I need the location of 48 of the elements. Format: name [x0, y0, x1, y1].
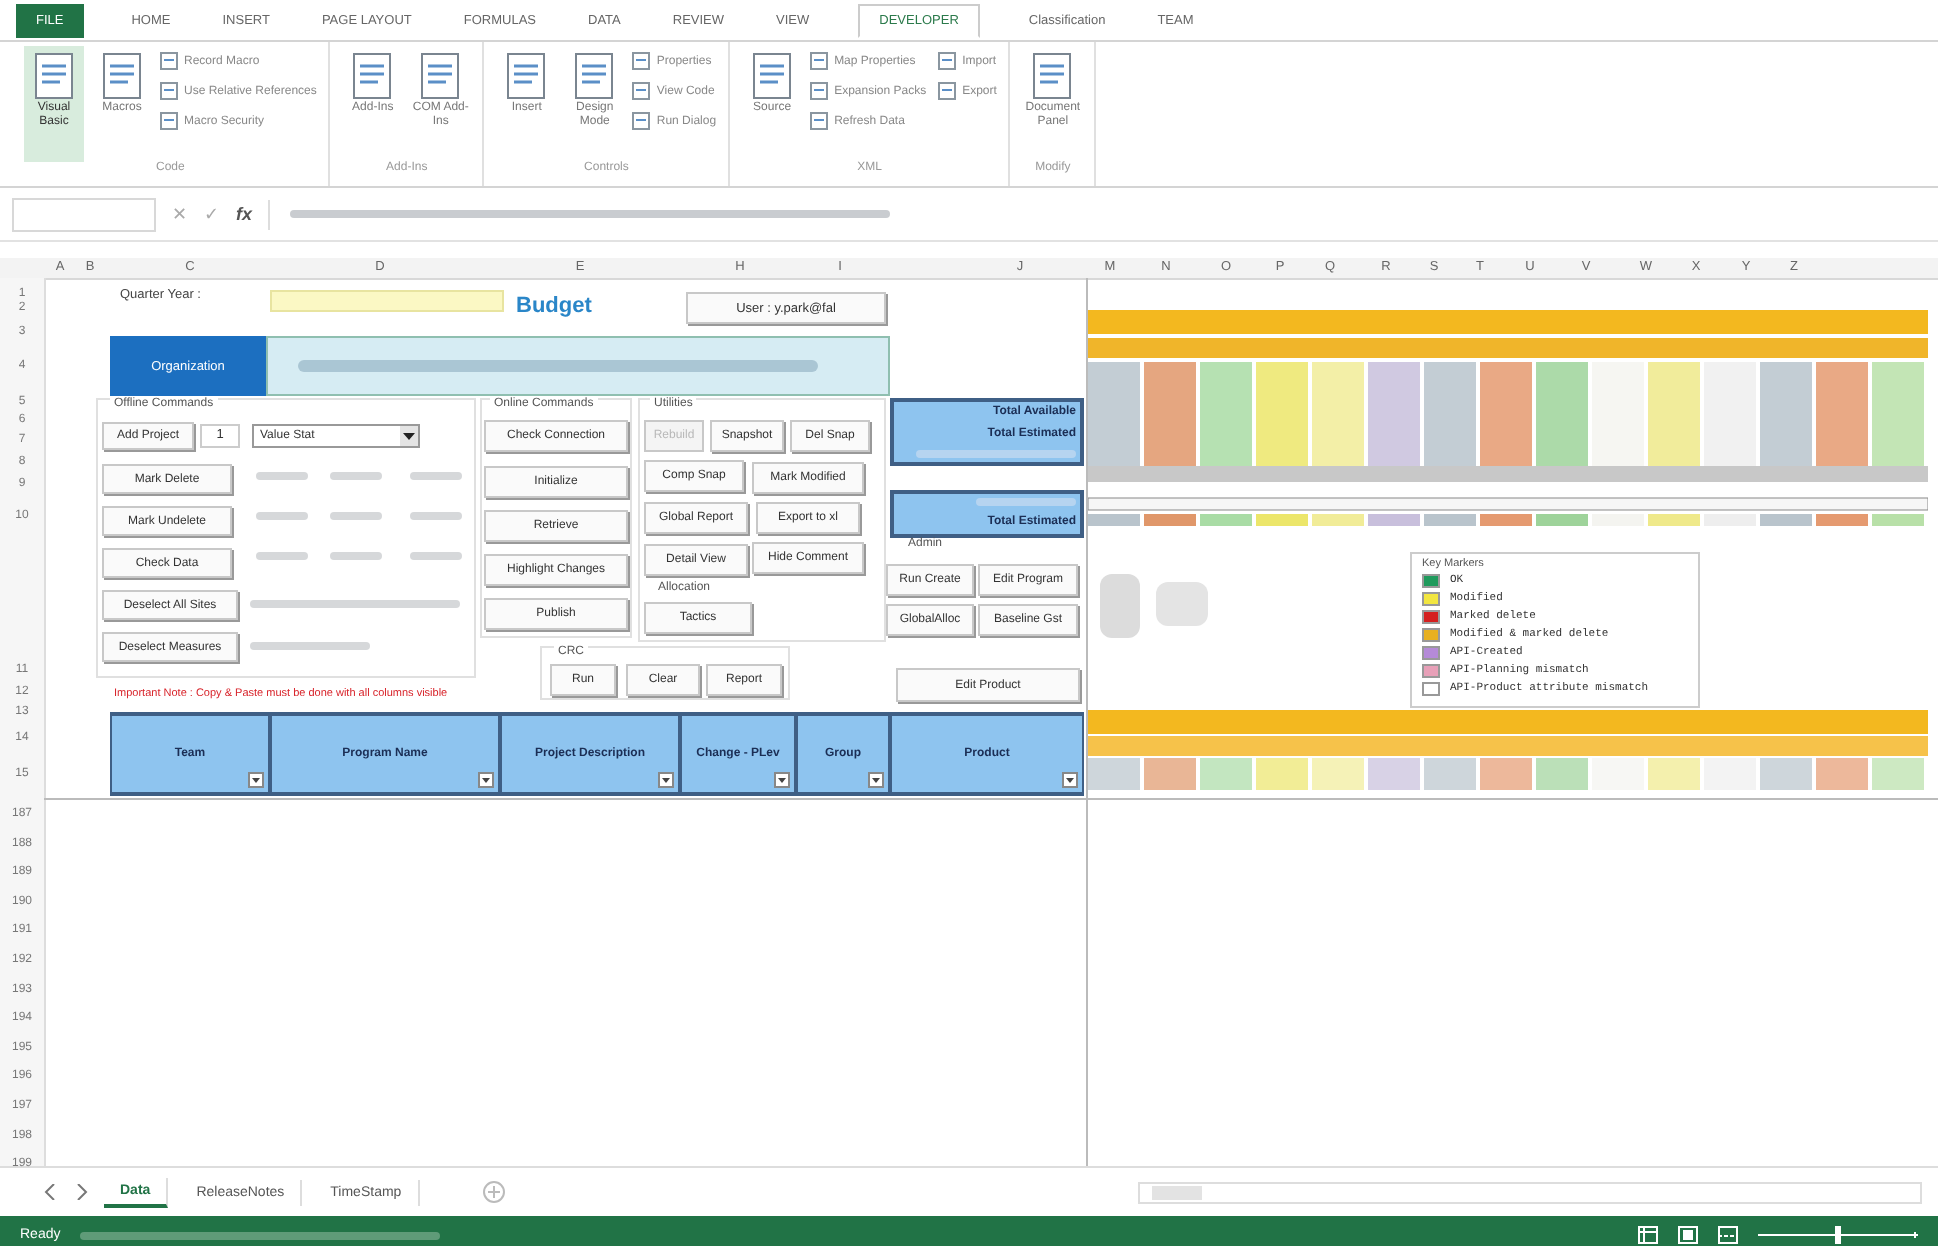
- blurred-text-drawing: [256, 550, 308, 562]
- sheet-icon: [416, 50, 465, 102]
- zoom-slider[interactable]: [1758, 1226, 1918, 1244]
- small-sheet-icon: [810, 52, 829, 70]
- blurred-text-drawing: [250, 640, 370, 652]
- small-sheet-icon: [632, 82, 651, 100]
- small-sheet-icon: [160, 112, 178, 130]
- blurred-text-drawing: [410, 550, 462, 562]
- blurred-text-drawing: [330, 550, 382, 562]
- sheet-icon: [30, 50, 78, 102]
- blurred-text-drawing: [330, 470, 382, 482]
- filter-dropdown-icon[interactable]: [1062, 772, 1078, 788]
- blurred-text-drawing: [330, 510, 382, 522]
- insert-function-button[interactable]: fx: [236, 204, 253, 224]
- sheet-icon: [570, 50, 619, 102]
- small-sheet-icon: [632, 52, 651, 70]
- organization-field[interactable]: [266, 336, 890, 396]
- blurred-text-drawing: [256, 470, 308, 482]
- filter-dropdown-icon[interactable]: [658, 772, 674, 788]
- sheet-icon: [748, 50, 797, 102]
- blurred-text-drawing: [976, 496, 1076, 509]
- blurred-text-drawing: [256, 510, 308, 522]
- small-sheet-icon: [160, 82, 178, 100]
- blurred-text-drawing: [410, 510, 462, 522]
- filter-dropdown-icon[interactable]: [248, 772, 264, 788]
- quarter-year-field[interactable]: [270, 290, 504, 312]
- filter-dropdown-icon[interactable]: [774, 772, 790, 788]
- previous-sheet-button[interactable]: [40, 1180, 60, 1204]
- small-sheet-icon: [632, 112, 651, 130]
- budget-title: Budget: [516, 294, 592, 318]
- small-sheet-icon: [938, 52, 957, 70]
- small-sheet-icon: [810, 112, 829, 130]
- page-layout-icon[interactable]: [1678, 1226, 1698, 1244]
- horizontal-scrollbar[interactable]: [1138, 1181, 1922, 1203]
- sheet-icon: [348, 50, 397, 102]
- next-sheet-button[interactable]: [72, 1180, 92, 1204]
- normal-view-icon[interactable]: [1638, 1226, 1658, 1244]
- page-break-icon[interactable]: [1718, 1226, 1738, 1244]
- small-sheet-icon: [810, 82, 829, 100]
- small-sheet-icon: [938, 82, 957, 100]
- blurred-text-drawing: [410, 470, 462, 482]
- small-sheet-icon: [160, 52, 178, 70]
- sheet-icon: [502, 50, 551, 102]
- filter-dropdown-icon[interactable]: [478, 772, 494, 788]
- sheet-icon: [1028, 50, 1077, 102]
- filter-dropdown-icon[interactable]: [868, 772, 884, 788]
- sheet-icon: [98, 50, 146, 102]
- zoom-slider-thumb[interactable]: [1835, 1226, 1841, 1244]
